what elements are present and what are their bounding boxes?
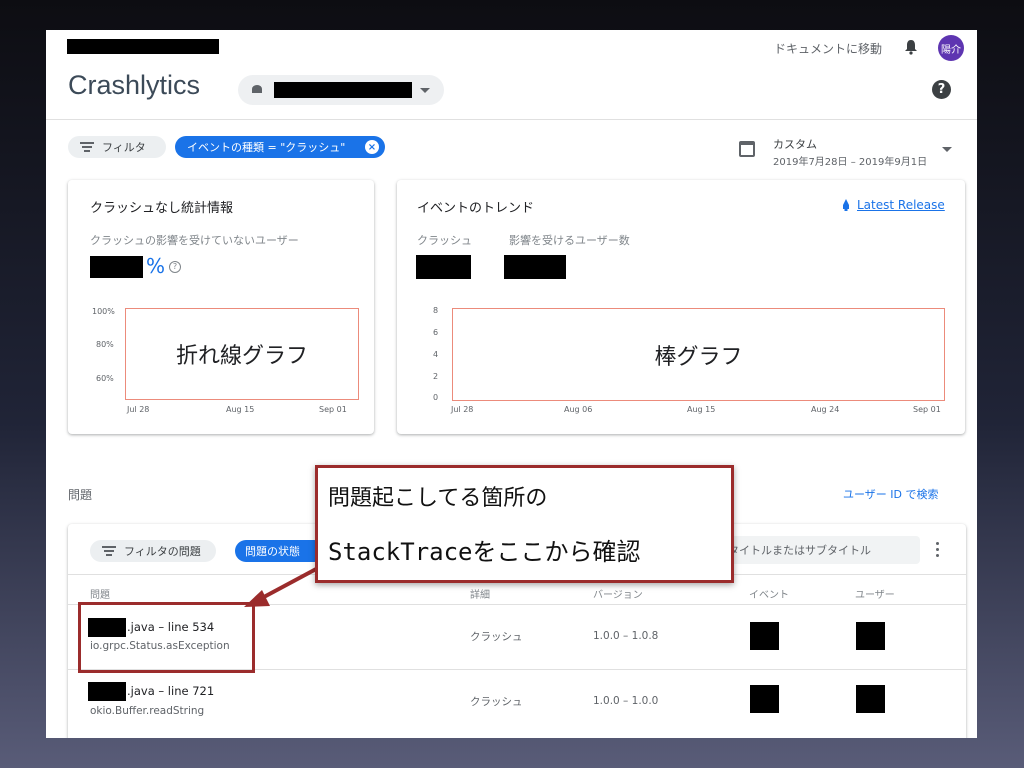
y-tick-label: 80% <box>96 340 114 349</box>
crash-free-title: クラッシュなし統計情報 <box>90 201 234 216</box>
stacktrace-highlight-box <box>78 602 255 673</box>
y-tick-label: 8 <box>433 306 439 315</box>
crash-free-card: クラッシュなし統計情報 クラッシュの影響を受けていないユーザー % ? 100%… <box>68 180 374 434</box>
y-tick-label: 0 <box>433 393 439 402</box>
issue-detail: クラッシュ <box>470 696 523 708</box>
issues-section-title: 問題 <box>68 488 93 502</box>
page-title: Crashlytics <box>68 70 201 100</box>
column-header-users[interactable]: ユーザー <box>855 586 895 601</box>
bar-chart-label: 棒グラフ <box>654 344 743 370</box>
issue-filter-button[interactable]: フィルタの問題 <box>90 540 216 562</box>
percent-sign: % <box>146 254 166 278</box>
issue-version: 1.0.0 – 1.0.0 <box>593 695 659 707</box>
redacted-project-name <box>274 82 412 98</box>
column-header-issue[interactable]: 問題 <box>90 586 110 601</box>
top-bar: ドキュメントに移動 陽介 Crashlytics ? <box>46 30 977 120</box>
y-tick-label: 100% <box>92 307 115 316</box>
redacted-event-count <box>750 685 779 713</box>
annotation-line-1: 問題起こしてる箇所の <box>328 486 548 511</box>
crash-free-subtitle: クラッシュの影響を受けていないユーザー <box>90 234 299 247</box>
filter-icon <box>102 546 116 556</box>
line-chart-label: 折れ線グラフ <box>175 344 308 369</box>
info-icon[interactable]: ? <box>169 261 181 273</box>
close-icon[interactable]: × <box>365 140 379 154</box>
header-divider <box>46 119 977 120</box>
user-id-search-link[interactable]: ユーザー ID で検索 <box>843 486 939 502</box>
x-tick-label: Sep 01 <box>319 405 347 414</box>
avatar[interactable]: 陽介 <box>938 35 964 61</box>
x-tick-label: Aug 06 <box>564 405 593 414</box>
filter-button[interactable]: フィルタ <box>68 136 166 158</box>
redacted-user-count <box>856 685 885 713</box>
issue-filter-label: フィルタの問題 <box>124 545 201 558</box>
annotation-callout: 問題起こしてる箇所の StackTraceをここから確認 <box>315 465 734 583</box>
redacted-user-count <box>856 622 885 650</box>
y-tick-label: 6 <box>433 328 439 337</box>
x-tick-label: Sep 01 <box>913 405 941 414</box>
trend-title: イベントのトレンド <box>417 201 535 216</box>
calendar-icon[interactable] <box>739 141 755 157</box>
help-icon[interactable]: ? <box>932 80 951 99</box>
docs-link[interactable]: ドキュメントに移動 <box>774 40 882 57</box>
date-range-value[interactable]: 2019年7月28日 – 2019年9月1日 <box>773 153 927 168</box>
column-header-detail[interactable]: 詳細 <box>470 586 490 601</box>
column-header-version[interactable]: バージョン <box>593 586 643 601</box>
redacted-crash-count <box>416 255 471 279</box>
issue-state-chip[interactable]: 問題の状態 <box>235 540 325 562</box>
column-header-events[interactable]: イベント <box>749 586 789 601</box>
y-tick-label: 2 <box>433 372 439 381</box>
latest-release-link[interactable]: Latest Release <box>857 198 945 212</box>
issue-state-label: 問題の状態 <box>245 545 300 558</box>
issue-subtitle: okio.Buffer.readString <box>90 705 205 717</box>
event-type-chip[interactable]: イベントの種類 = "クラッシュ" × <box>175 136 385 158</box>
x-tick-label: Aug 15 <box>687 405 716 414</box>
redacted-project-path <box>67 39 219 54</box>
issue-search-placeholder: タイトルまたはサブタイトル <box>728 544 871 557</box>
y-tick-label: 4 <box>433 350 439 359</box>
redacted-file-name <box>88 682 126 701</box>
event-trend-card: イベントのトレンド Latest Release クラッシュ 影響を受けるユーザ… <box>397 180 965 434</box>
redacted-user-count <box>504 255 566 279</box>
x-tick-label: Jul 28 <box>451 405 474 414</box>
event-chip-label: イベントの種類 = "クラッシュ" <box>187 141 346 154</box>
users-metric-label: 影響を受けるユーザー数 <box>509 234 630 247</box>
line-chart-placeholder: 折れ線グラフ <box>125 308 359 400</box>
filter-label: フィルタ <box>102 141 146 154</box>
rocket-icon <box>843 199 849 211</box>
chevron-down-icon <box>420 88 430 93</box>
android-icon <box>252 85 262 93</box>
bar-chart-placeholder: 棒グラフ <box>452 308 945 401</box>
crash-metric-label: クラッシュ <box>417 234 472 247</box>
project-selector[interactable] <box>238 75 444 105</box>
redacted-percent-value <box>90 256 143 278</box>
annotation-line-2: StackTraceをここから確認 <box>328 538 641 566</box>
bell-icon[interactable] <box>904 39 918 55</box>
y-tick-label: 60% <box>96 374 114 383</box>
chevron-down-icon[interactable] <box>942 147 952 152</box>
more-vert-icon[interactable] <box>936 542 940 560</box>
date-range-label[interactable]: カスタム <box>773 136 817 152</box>
redacted-event-count <box>750 622 779 650</box>
issue-detail: クラッシュ <box>470 631 523 643</box>
issue-version: 1.0.0 – 1.0.8 <box>593 630 659 642</box>
issue-file-line: .java – line 721 <box>127 684 215 698</box>
table-row[interactable]: .java – line 721 okio.Buffer.readString … <box>68 670 966 734</box>
x-tick-label: Aug 24 <box>811 405 840 414</box>
filter-icon <box>80 142 94 152</box>
issue-search-input[interactable]: タイトルまたはサブタイトル <box>708 536 920 564</box>
x-tick-label: Jul 28 <box>127 405 150 414</box>
x-tick-label: Aug 15 <box>226 405 255 414</box>
